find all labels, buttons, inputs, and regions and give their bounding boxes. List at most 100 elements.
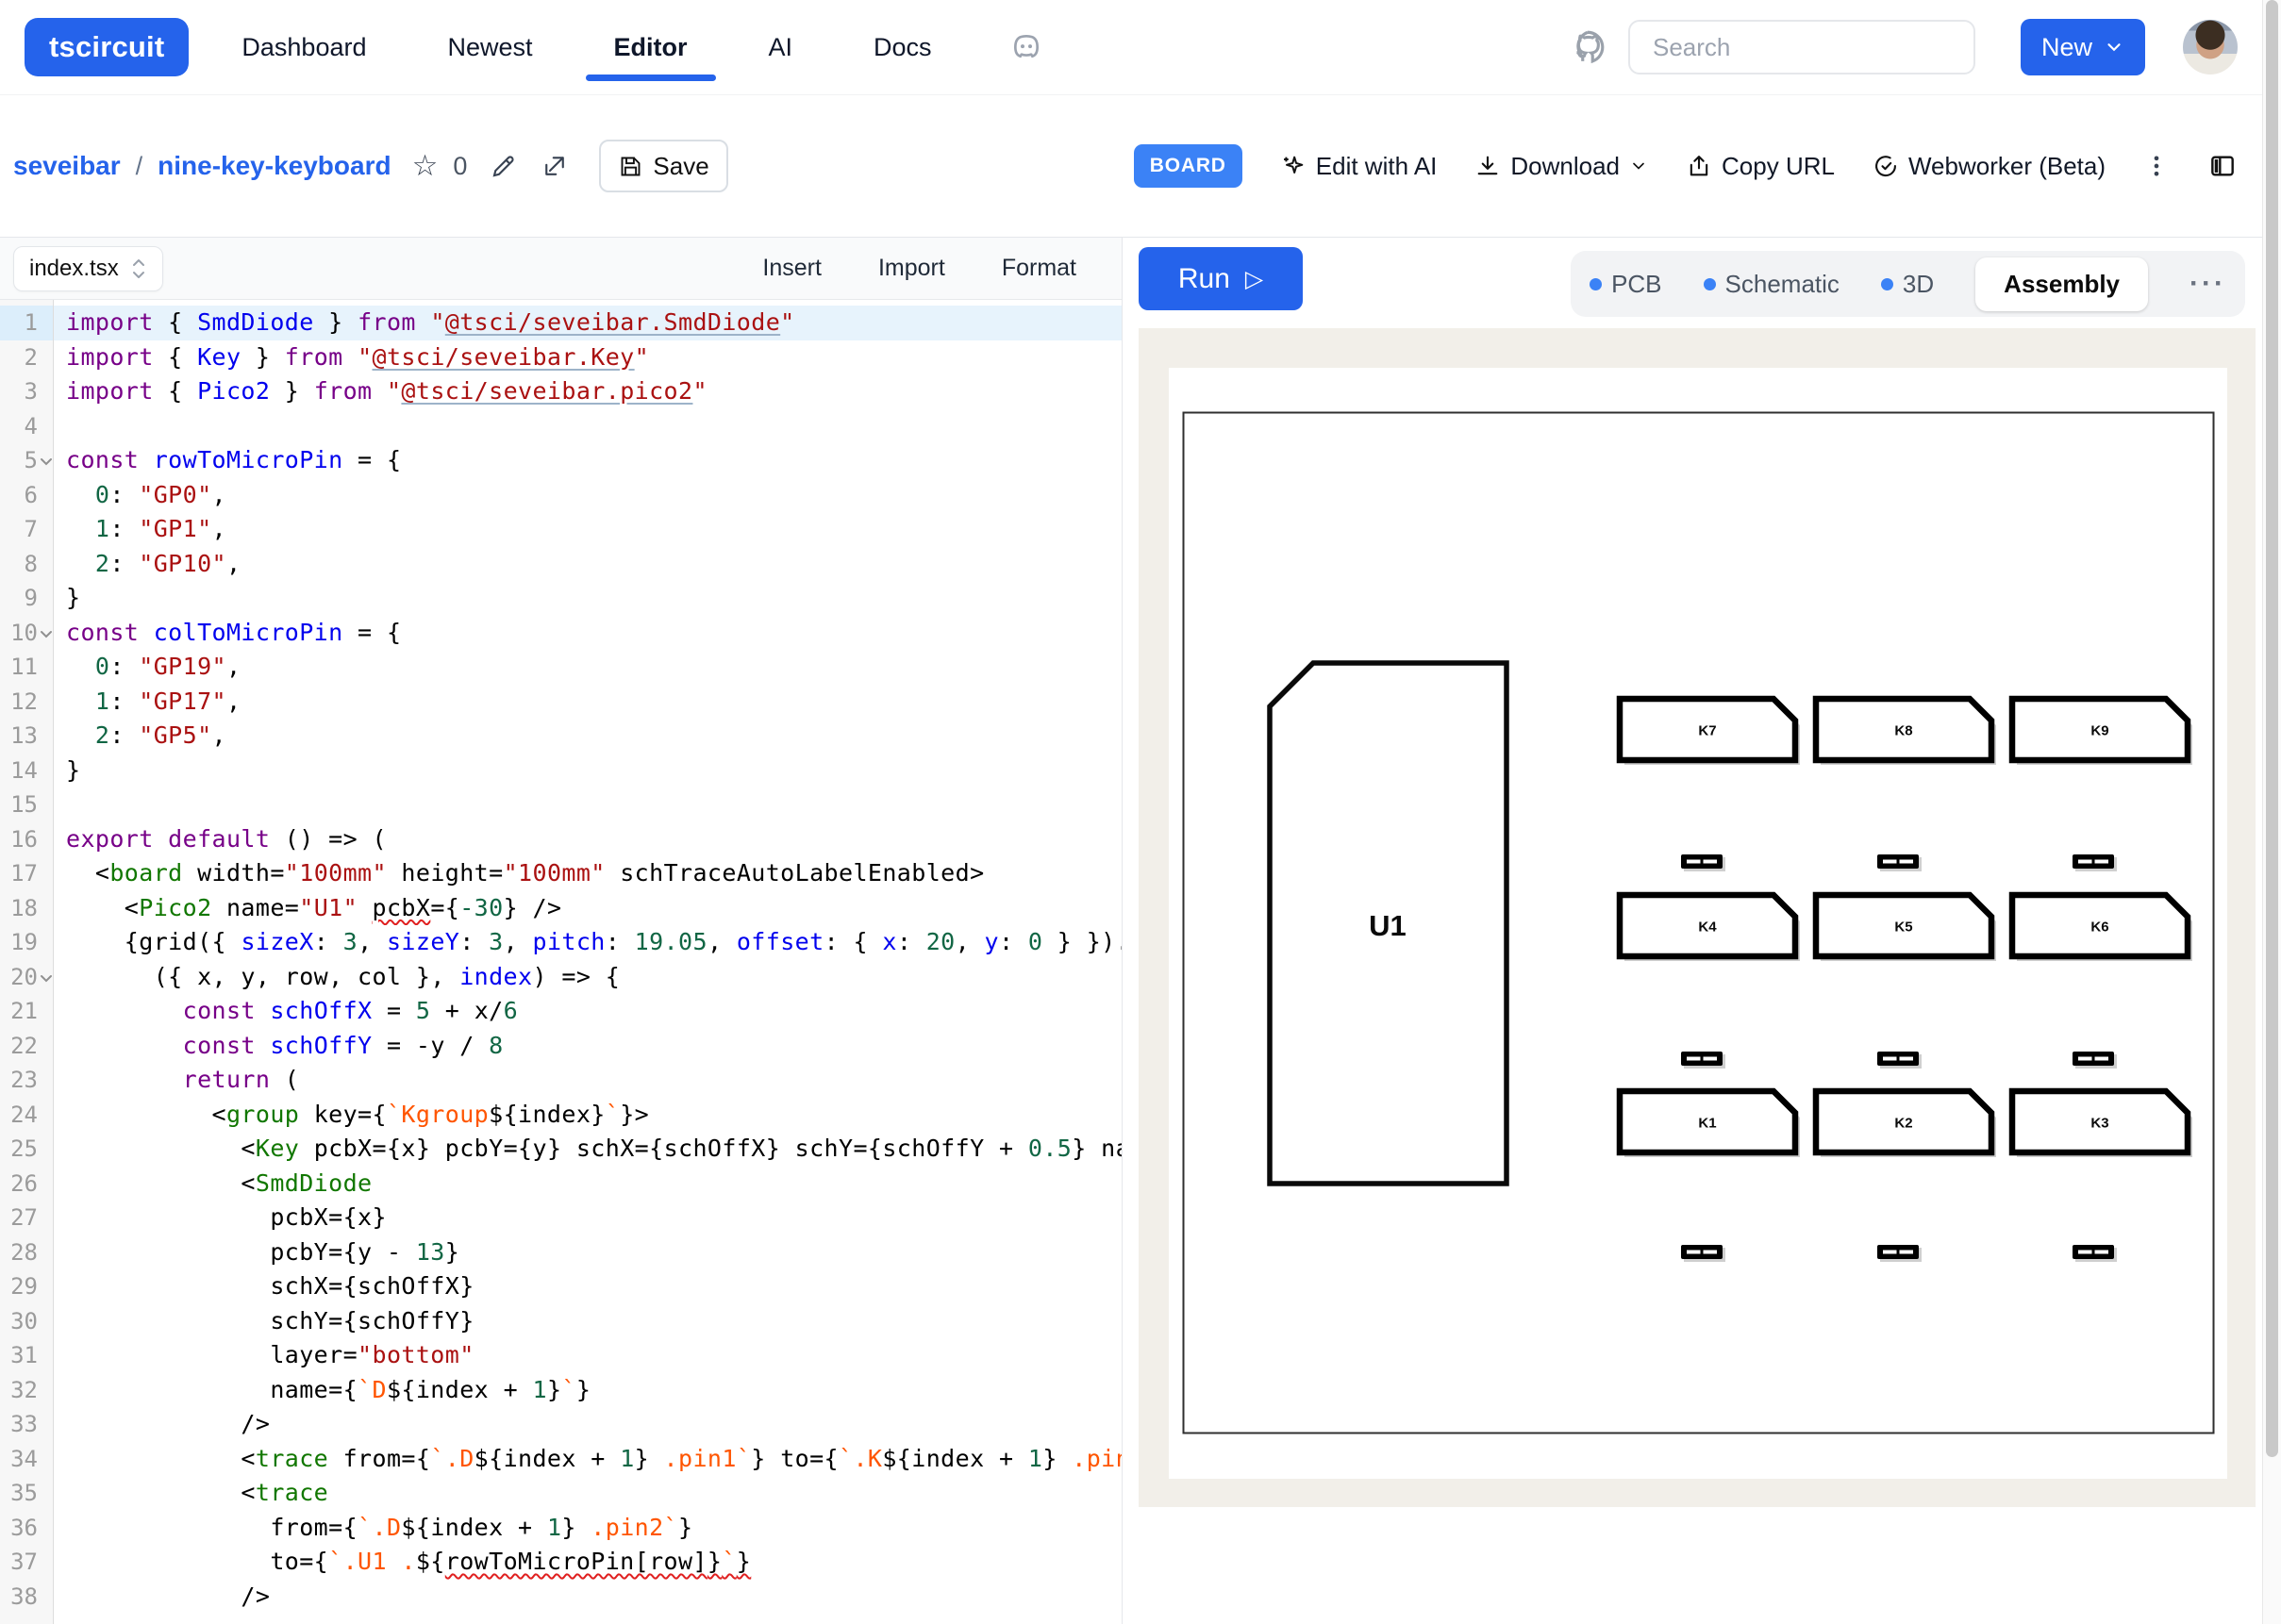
code-line[interactable]: 23 return ( [0,1063,1122,1098]
star-icon[interactable]: ☆ [412,149,439,183]
diode-stripe-gap [1897,1251,1900,1254]
save-button[interactable]: Save [599,140,727,192]
scrollbar-thumb[interactable] [2266,0,2278,1457]
code-line[interactable]: 34 <trace from={`.D${index + 1} .pin1`} … [0,1442,1122,1477]
nav-docs[interactable]: Docs [874,7,932,89]
fold-chevron-icon[interactable] [40,629,53,638]
webworker-toggle[interactable]: Webworker (Beta) [1873,152,2106,181]
code-line[interactable]: 7 1: "GP1", [0,512,1122,547]
code-line[interactable]: 18 <Pico2 name="U1" pcbX={-30} /> [0,891,1122,926]
breadcrumb-owner-link[interactable]: seveibar [13,151,121,181]
menu-import[interactable]: Import [878,255,945,282]
nav-editor[interactable]: Editor [614,7,688,89]
code-line[interactable]: 38 /> [0,1580,1122,1615]
nav-ai[interactable]: AI [769,7,793,89]
code-line-text: 0: "GP19", [54,650,1122,685]
code-line[interactable]: 9} [0,581,1122,616]
code-line[interactable]: 27 pcbX={x} [0,1201,1122,1235]
code-line-text: 2: "GP10", [54,547,1122,582]
code-line[interactable]: 22 const schOffY = -y / 8 [0,1029,1122,1064]
code-line[interactable]: 28 pcbY={y - 13} [0,1235,1122,1270]
tab-pcb[interactable]: PCB [1590,270,1661,299]
copy-url-label: Copy URL [1722,152,1835,181]
code-line[interactable]: 1import { SmdDiode } from "@tsci/seveiba… [0,306,1122,340]
code-line[interactable]: 13 2: "GP5", [0,719,1122,754]
check-circle-icon [1873,153,1899,179]
nav-newest[interactable]: Newest [448,7,533,89]
code-line-text: 1: "GP1", [54,512,1122,547]
panel-layout-icon[interactable] [2207,151,2238,181]
code-line[interactable]: 5const rowToMicroPin = { [0,443,1122,478]
new-button[interactable]: New [2021,19,2145,75]
code-line[interactable]: 6 0: "GP0", [0,478,1122,513]
code-line[interactable]: 4 [0,409,1122,444]
diode-stripe-gap [2092,860,2095,864]
tscircuit-logo[interactable]: tscircuit [25,18,189,76]
code-area[interactable]: 1import { SmdDiode } from "@tsci/seveiba… [0,300,1122,1624]
code-line[interactable]: 24 <group key={`Kgroup${index}`}> [0,1098,1122,1133]
code-line[interactable]: 16export default () => ( [0,822,1122,857]
code-line[interactable]: 15 [0,787,1122,822]
edit-with-ai-button[interactable]: Edit with AI [1280,152,1438,181]
code-line[interactable]: 31 layer="bottom" [0,1338,1122,1373]
code-line[interactable]: 26 <SmdDiode [0,1167,1122,1201]
code-line[interactable]: 8 2: "GP10", [0,547,1122,582]
copy-url-button[interactable]: Copy URL [1686,152,1835,181]
nav-dashboard[interactable]: Dashboard [241,7,366,89]
menu-format[interactable]: Format [1002,255,1076,282]
code-line-text: import { Key } from "@tsci/seveibar.Key" [54,340,1122,375]
code-line[interactable]: 21 const schOffX = 5 + x/6 [0,994,1122,1029]
file-tab-selector[interactable]: index.tsx [13,246,163,291]
line-number: 5 [0,443,54,478]
assembly-board-drawing[interactable]: U1K7K8K9K4K5K6K1K2K3 [1182,411,2215,1434]
key-label-K8: K8 [1894,723,1912,739]
code-line[interactable]: 32 name={`D${index + 1}`} [0,1373,1122,1408]
code-line[interactable]: 10const colToMicroPin = { [0,616,1122,651]
kebab-menu-icon[interactable] [2143,153,2170,179]
edit-with-ai-label: Edit with AI [1316,152,1438,181]
tabs-more-button[interactable]: ··· [2189,268,2226,300]
run-button-label: Run [1178,263,1230,295]
code-line-text: import { SmdDiode } from "@tsci/seveibar… [54,306,1122,340]
breadcrumb-project-link[interactable]: nine-key-keyboard [158,151,391,181]
code-line[interactable]: 29 schX={schOffX} [0,1269,1122,1304]
open-share-icon[interactable] [541,152,569,180]
tab-schematic[interactable]: Schematic [1704,270,1840,299]
code-line[interactable]: 30 schY={schOffY} [0,1304,1122,1339]
code-line-text: pcbY={y - 13} [54,1235,1122,1270]
tab-schematic-label: Schematic [1725,270,1840,299]
search-input[interactable] [1628,20,1975,75]
code-line-text: schX={schOffX} [54,1269,1122,1304]
user-avatar[interactable] [2183,20,2238,75]
code-line[interactable]: 17 <board width="100mm" height="100mm" s… [0,856,1122,891]
code-line[interactable]: 35 <trace [0,1476,1122,1511]
tab-3d[interactable]: 3D [1881,270,1934,299]
key-label-K5: K5 [1894,920,1912,936]
discord-icon[interactable] [1007,28,1045,66]
run-button[interactable]: Run ▷ [1139,247,1303,310]
page-scrollbar [2262,0,2281,1624]
code-line[interactable]: 3import { Pico2 } from "@tsci/seveibar.p… [0,374,1122,409]
line-number: 3 [0,374,54,409]
code-line[interactable]: 20 ({ x, y, row, col }, index) => { [0,960,1122,995]
line-number: 7 [0,512,54,547]
fold-chevron-icon[interactable] [40,456,53,466]
fold-chevron-icon[interactable] [40,973,53,983]
code-line[interactable]: 25 <Key pcbX={x} pcbY={y} schX={schOffX}… [0,1132,1122,1167]
code-line[interactable]: 19 {grid({ sizeX: 3, sizeY: 3, pitch: 19… [0,925,1122,960]
download-button[interactable]: Download [1474,152,1648,181]
code-line[interactable]: 12 1: "GP17", [0,685,1122,720]
menu-insert[interactable]: Insert [762,255,822,282]
rename-pencil-icon[interactable] [490,152,518,180]
code-line[interactable]: 2import { Key } from "@tsci/seveibar.Key… [0,340,1122,375]
github-icon[interactable] [1568,27,1607,67]
code-line-text: const rowToMicroPin = { [54,443,1122,478]
code-line[interactable]: 11 0: "GP19", [0,650,1122,685]
code-line[interactable]: 14} [0,754,1122,788]
assembly-canvas[interactable]: U1K7K8K9K4K5K6K1K2K3 [1139,328,2256,1507]
key-label-K3: K3 [2090,1116,2108,1132]
tab-assembly[interactable]: Assembly [1975,257,2148,311]
code-line[interactable]: 36 from={`.D${index + 1} .pin2`} [0,1511,1122,1546]
code-line[interactable]: 33 /> [0,1407,1122,1442]
code-line[interactable]: 37 to={`.U1 .${rowToMicroPin[row]}`} [0,1545,1122,1580]
